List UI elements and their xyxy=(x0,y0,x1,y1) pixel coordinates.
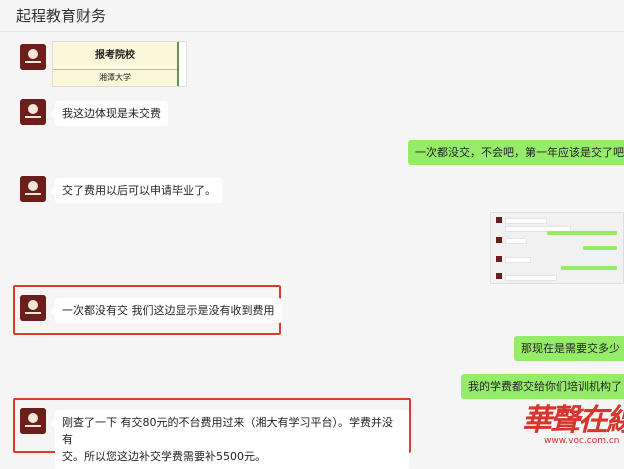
contact-avatar[interactable] xyxy=(20,176,46,202)
watermark-logo: 華聲在線 xyxy=(522,403,624,438)
mini-bubble xyxy=(505,218,547,224)
table-divider xyxy=(177,42,179,86)
message-bubble-left[interactable]: 刚查了一下 有交80元的不台费用过来（湘大有学习平台）。学费并没有 交。所以您这… xyxy=(50,410,409,469)
watermark-url: www.voc.com.cn xyxy=(544,436,620,446)
contact-avatar[interactable] xyxy=(20,44,46,70)
message-bubble-left[interactable]: 我这边体现是未交费 xyxy=(50,101,168,126)
mini-bubble xyxy=(561,266,617,270)
contact-avatar[interactable] xyxy=(20,408,46,434)
message-line: 刚查了一下 有交80元的不台费用过来（湘大有学习平台）。学费并没有 xyxy=(62,416,393,446)
mini-bubble xyxy=(583,246,617,250)
table-image-message[interactable]: 报考院校 湘潭大学 xyxy=(52,41,187,87)
message-bubble-right[interactable]: 一次都没交，不会吧，第一年应该是交了吧 xyxy=(408,140,624,165)
mini-bubble xyxy=(547,231,617,235)
contact-avatar[interactable] xyxy=(20,99,46,125)
message-line: 交。所以您这边补交学费需要补5500元。 xyxy=(62,450,266,463)
mini-bubble xyxy=(505,257,531,263)
screenshot-image-message[interactable] xyxy=(490,212,624,284)
table-header-cell: 报考院校 xyxy=(53,42,177,70)
mini-bubble xyxy=(505,238,527,244)
contact-avatar[interactable] xyxy=(20,295,46,321)
table-value-cell: 湘潭大学 xyxy=(53,70,177,86)
voc-watermark: 華聲在線 www.voc.com.cn xyxy=(514,395,624,453)
mini-avatar xyxy=(496,217,502,223)
chat-title: 起程教育财务 xyxy=(16,7,107,25)
message-bubble-left[interactable]: 交了费用以后可以申请毕业了。 xyxy=(50,178,223,203)
message-bubble-right[interactable]: 那现在是需要交多少 xyxy=(514,336,624,361)
mini-avatar xyxy=(496,237,502,243)
mini-bubble xyxy=(505,275,557,281)
mini-avatar xyxy=(496,256,502,262)
message-bubble-left[interactable]: 一次都没有交 我们这边显示是没有收到费用 xyxy=(50,298,282,323)
mini-avatar xyxy=(496,273,502,279)
chat-header: 起程教育财务 xyxy=(0,0,624,32)
